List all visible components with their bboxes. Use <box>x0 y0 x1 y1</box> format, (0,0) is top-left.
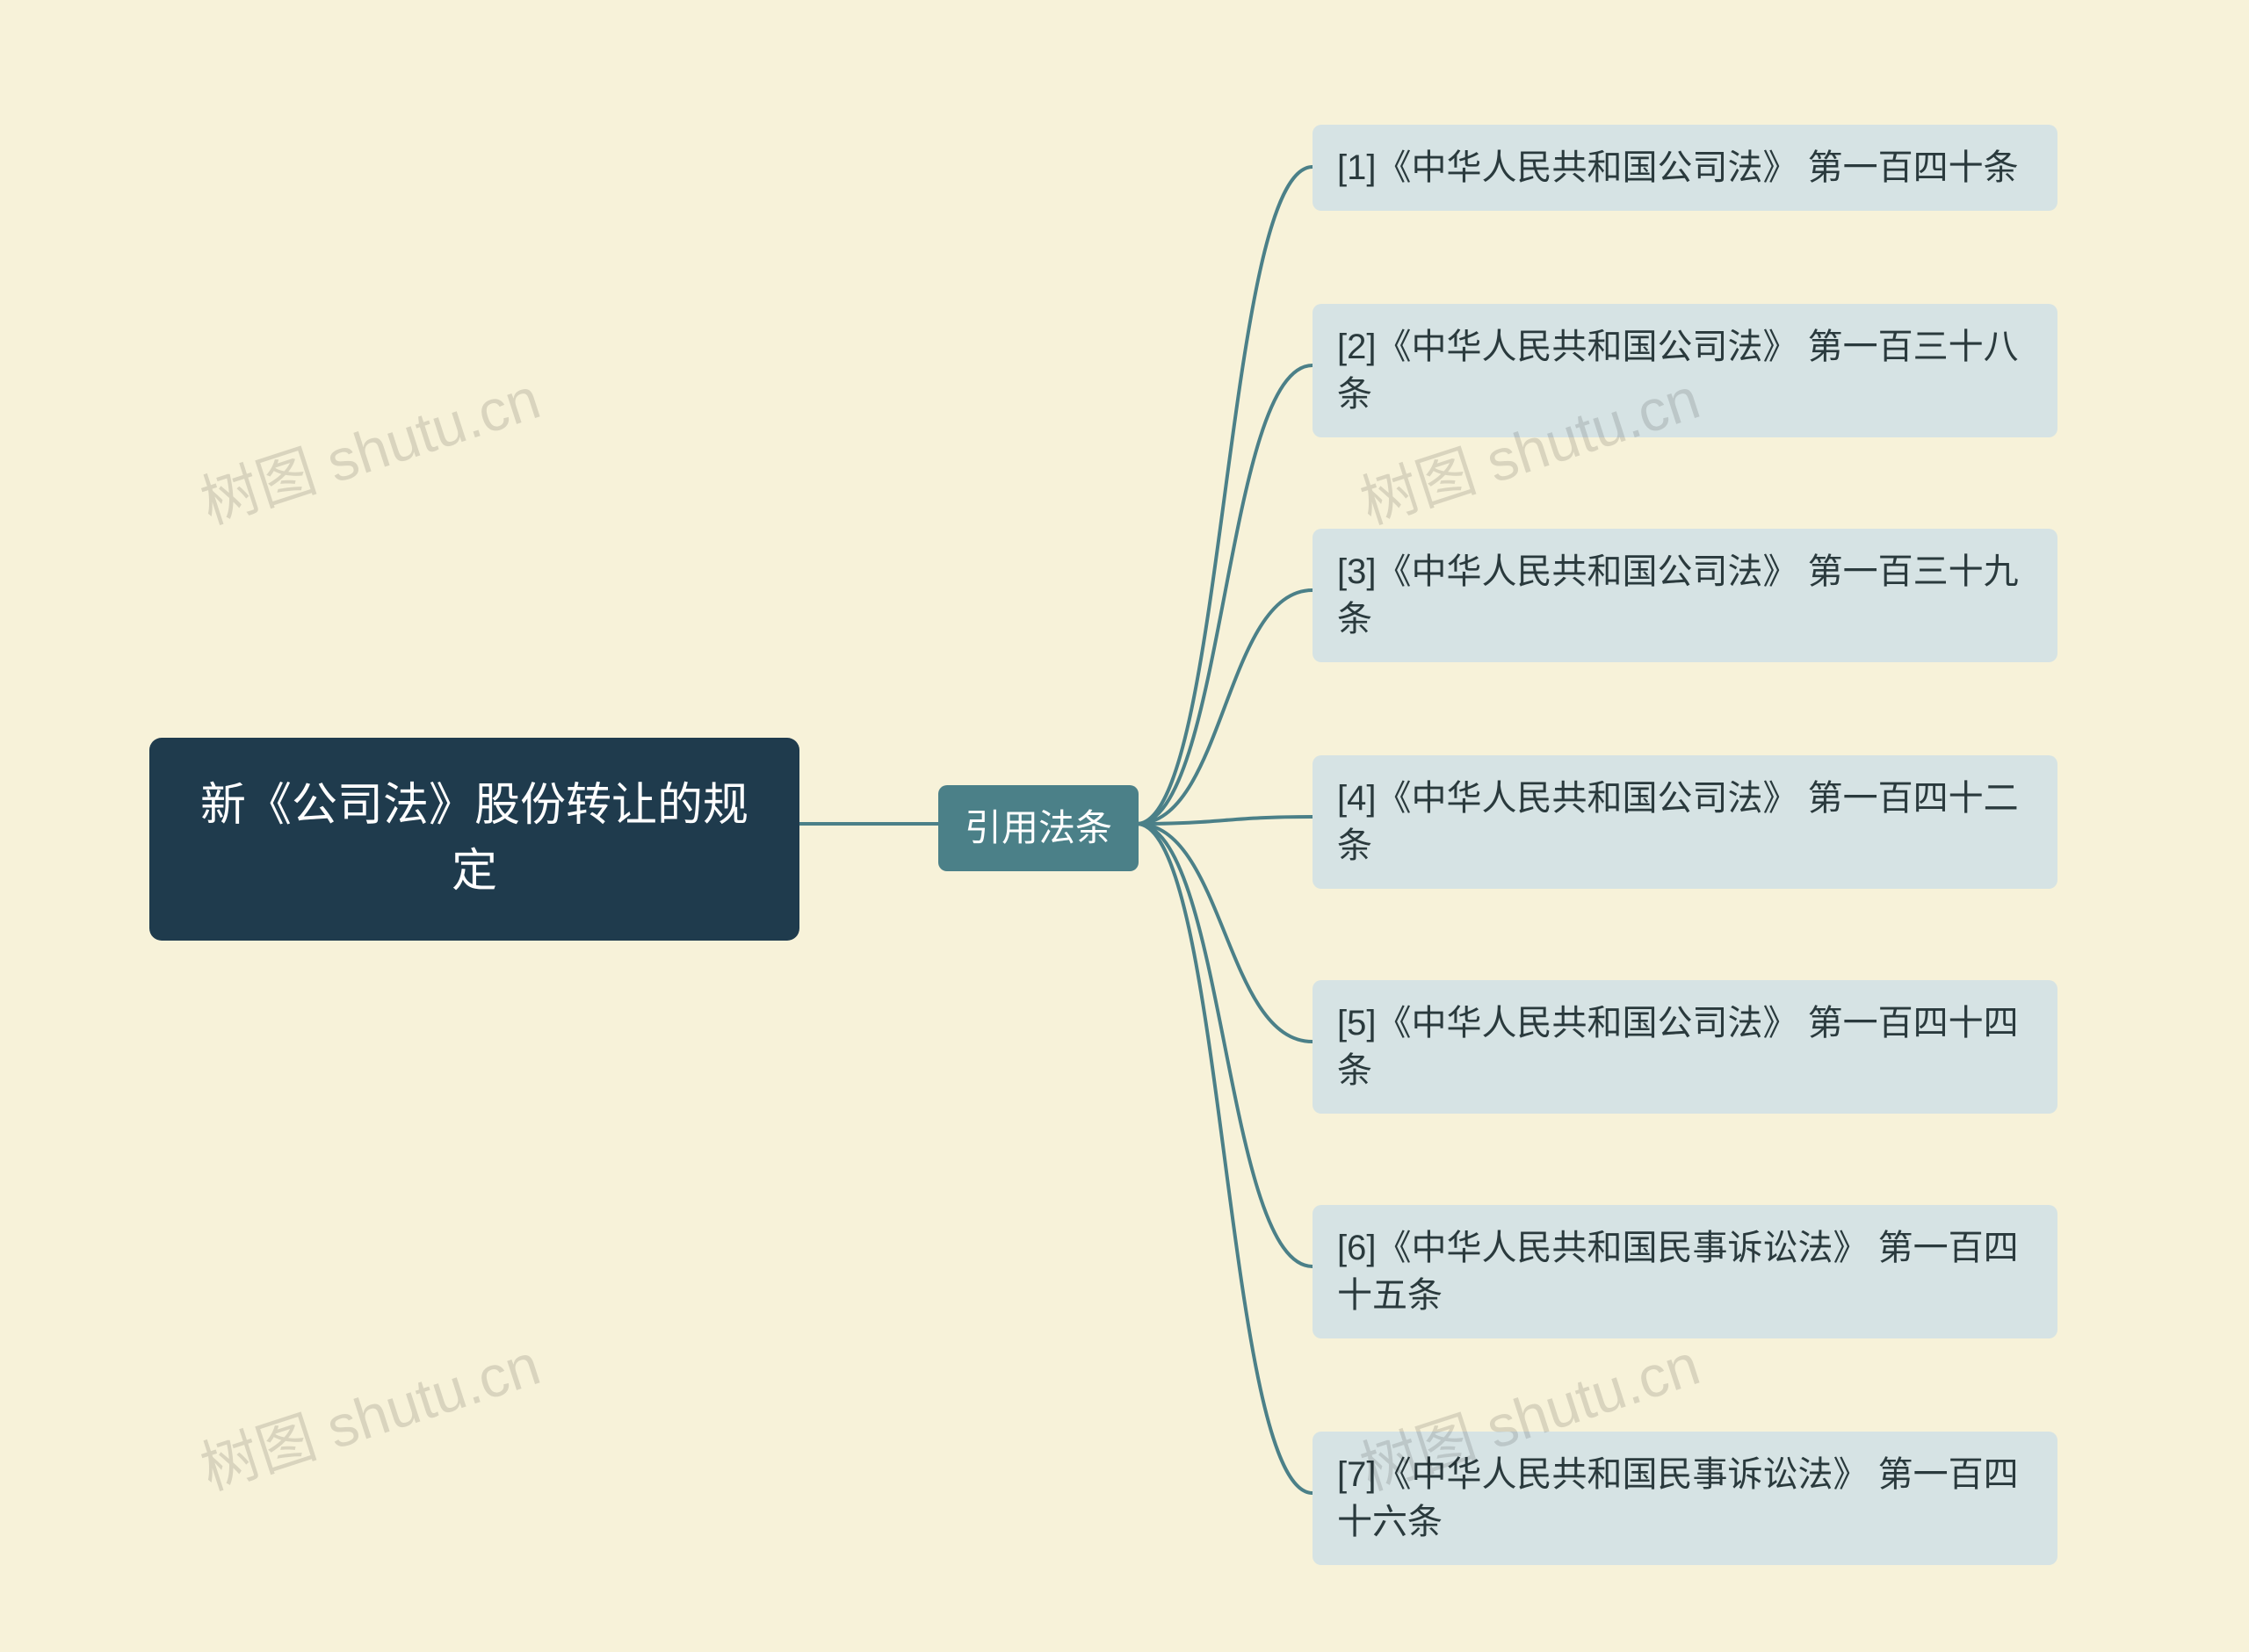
leaf-node-1[interactable]: [1]《中华人民共和国公司法》 第一百四十条 <box>1313 125 2057 211</box>
leaf-node-text: [1]《中华人民共和国公司法》 第一百四十条 <box>1337 148 2019 187</box>
leaf-node-3[interactable]: [3]《中华人民共和国公司法》 第一百三十九条 <box>1313 529 2057 662</box>
leaf-node-4[interactable]: [4]《中华人民共和国公司法》 第一百四十二条 <box>1313 755 2057 889</box>
branch-node-text: 引用法条 <box>965 807 1112 848</box>
branch-node[interactable]: 引用法条 <box>938 785 1139 871</box>
leaf-node-text: [6]《中华人民共和国民事诉讼法》 第一百四十五条 <box>1337 1229 2019 1315</box>
leaf-node-text: [4]《中华人民共和国公司法》 第一百四十二条 <box>1337 779 2019 865</box>
leaf-node-text: [5]《中华人民共和国公司法》 第一百四十四条 <box>1337 1004 2019 1090</box>
leaf-node-text: [7]《中华人民共和国民事诉讼法》 第一百四十六条 <box>1337 1455 2019 1541</box>
leaf-node-2[interactable]: [2]《中华人民共和国公司法》 第一百三十八条 <box>1313 304 2057 437</box>
leaf-node-5[interactable]: [5]《中华人民共和国公司法》 第一百四十四条 <box>1313 980 2057 1114</box>
leaf-node-7[interactable]: [7]《中华人民共和国民事诉讼法》 第一百四十六条 <box>1313 1432 2057 1565</box>
mindmap-canvas: 新《公司法》股份转让的规定 引用法条 [1]《中华人民共和国公司法》 第一百四十… <box>0 0 2249 1652</box>
leaf-node-6[interactable]: [6]《中华人民共和国民事诉讼法》 第一百四十五条 <box>1313 1205 2057 1338</box>
root-node[interactable]: 新《公司法》股份转让的规定 <box>149 738 799 941</box>
root-node-text: 新《公司法》股份转让的规定 <box>200 780 748 897</box>
leaf-node-text: [3]《中华人民共和国公司法》 第一百三十九条 <box>1337 552 2019 638</box>
leaf-node-text: [2]《中华人民共和国公司法》 第一百三十八条 <box>1337 328 2019 414</box>
